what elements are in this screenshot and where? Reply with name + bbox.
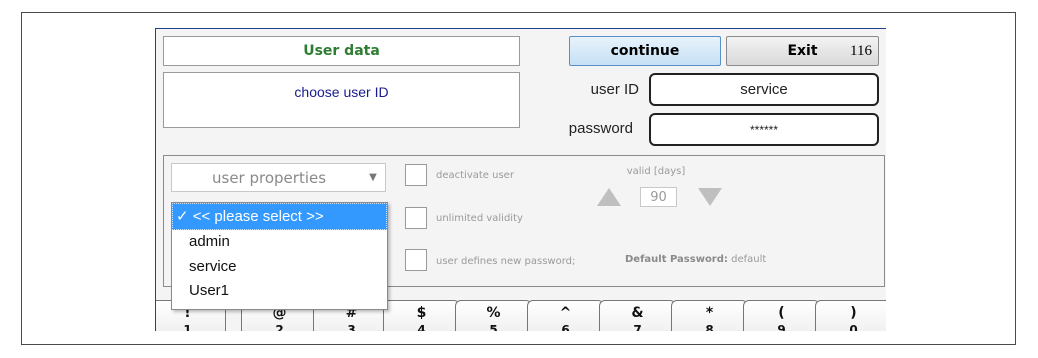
- key-symbol: (: [778, 305, 785, 321]
- user-properties-combo[interactable]: user properties ▼: [171, 163, 386, 192]
- decrement-arrow-icon[interactable]: [698, 188, 722, 206]
- unlimited-validity-label: unlimited validity: [436, 213, 523, 224]
- key-symbol: ^: [559, 305, 572, 321]
- key-digit: 7: [633, 323, 642, 331]
- keypad-key[interactable]: ^ 6: [527, 300, 604, 331]
- key-digit: 1: [183, 323, 192, 331]
- key-symbol: *: [705, 305, 714, 321]
- unlimited-validity-checkbox[interactable]: [405, 207, 427, 229]
- key-digit: 8: [705, 323, 714, 331]
- increment-arrow-icon[interactable]: [597, 188, 621, 206]
- page-title: User data: [163, 36, 520, 66]
- user-id-value: service: [740, 81, 788, 98]
- deactivate-user-checkbox[interactable]: [405, 164, 427, 186]
- combo-placeholder: user properties: [212, 168, 327, 187]
- dropdown-option-admin[interactable]: admin: [172, 230, 387, 255]
- default-password-text: Default Password: default: [625, 254, 766, 265]
- key-digit: 0: [849, 323, 858, 331]
- keypad-key[interactable]: ( 9: [743, 300, 820, 331]
- dropdown-option-please-select[interactable]: ✓ << please select >>: [172, 203, 387, 230]
- user-id-dropdown-list: ✓ << please select >> admin service User…: [171, 202, 388, 310]
- key-symbol: ): [850, 305, 857, 321]
- key-digit: 2: [275, 323, 284, 331]
- continue-label: continue: [610, 43, 680, 59]
- key-symbol: $: [416, 305, 427, 321]
- key-digit: 3: [347, 323, 356, 331]
- exit-button[interactable]: Exit 116: [726, 36, 879, 66]
- keypad-key[interactable]: * 8: [671, 300, 748, 331]
- password-value: ******: [749, 122, 779, 137]
- key-digit: 4: [417, 323, 426, 331]
- keypad-key[interactable]: ) 0: [815, 300, 886, 331]
- exit-label: Exit: [787, 43, 818, 59]
- user-defines-password-checkbox[interactable]: [405, 249, 427, 271]
- user-data-window: User data choose user ID continue Exit 1…: [155, 28, 886, 331]
- exit-code: 116: [850, 42, 872, 59]
- valid-days-label: valid [days]: [626, 166, 686, 177]
- message-box: choose user ID: [163, 72, 520, 128]
- password-label: password: [568, 120, 633, 137]
- chevron-down-icon[interactable]: ▼: [361, 164, 385, 191]
- keypad-key[interactable]: % 5: [455, 300, 532, 331]
- keypad-key[interactable]: & 7: [599, 300, 676, 331]
- default-password-label: Default Password:: [625, 254, 728, 265]
- dropdown-option-user1[interactable]: User1: [172, 279, 387, 304]
- valid-days-value[interactable]: 90: [640, 187, 677, 207]
- deactivate-user-label: deactivate user: [436, 170, 514, 181]
- key-digit: 6: [561, 323, 570, 331]
- default-password-value: default: [731, 254, 767, 265]
- key-symbol: &: [631, 305, 644, 321]
- continue-button[interactable]: continue: [569, 36, 721, 66]
- key-digit: 5: [489, 323, 498, 331]
- user-defines-password-label: user defines new password;: [436, 256, 576, 267]
- key-symbol: %: [486, 305, 501, 321]
- user-id-label: user ID: [590, 81, 639, 98]
- key-digit: 9: [777, 323, 786, 331]
- dropdown-option-service[interactable]: service: [172, 254, 387, 279]
- keypad-key[interactable]: $ 4: [383, 300, 460, 331]
- user-id-field[interactable]: service: [649, 73, 879, 106]
- password-field[interactable]: ******: [649, 113, 879, 146]
